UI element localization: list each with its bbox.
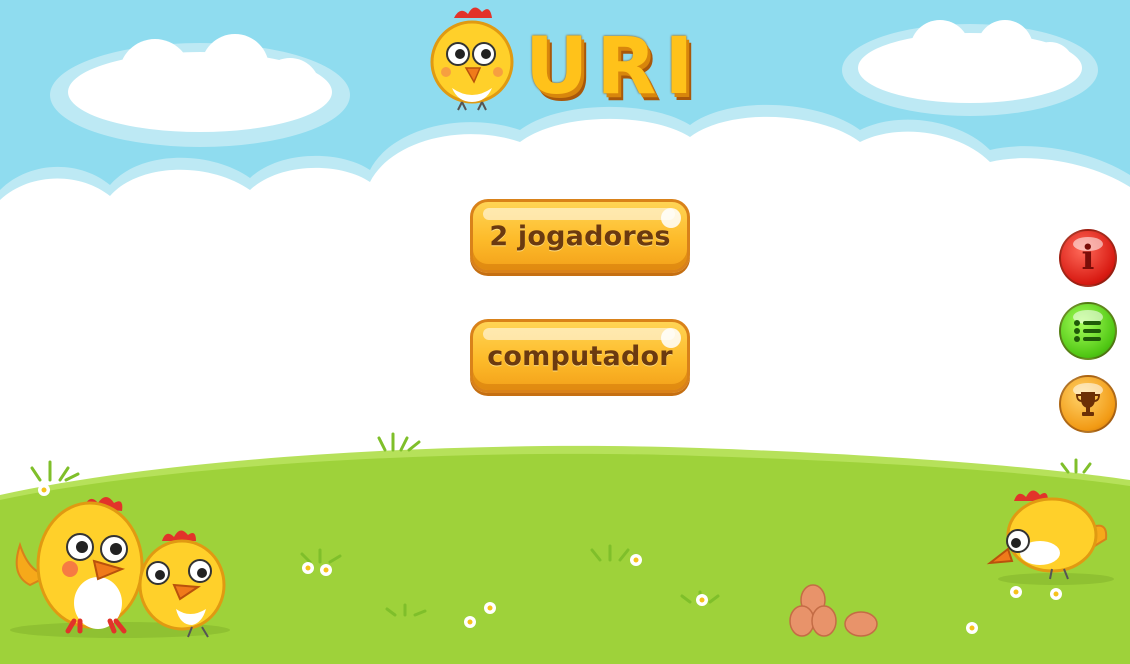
list-icon (1074, 320, 1101, 342)
trophy-icon (1076, 392, 1100, 416)
computer-label: computador (487, 340, 673, 372)
computer-button[interactable]: computador (470, 319, 690, 393)
info-icon: i (1081, 238, 1095, 278)
game-logo-title: URI (525, 22, 702, 112)
info-button[interactable]: i (1059, 229, 1117, 287)
list-button[interactable] (1059, 302, 1117, 360)
game-screen: URI 2 jogadores computador i (0, 0, 1130, 664)
two-players-label: 2 jogadores (489, 220, 671, 252)
two-players-button[interactable]: 2 jogadores (470, 199, 690, 273)
trophy-button[interactable] (1059, 375, 1117, 433)
